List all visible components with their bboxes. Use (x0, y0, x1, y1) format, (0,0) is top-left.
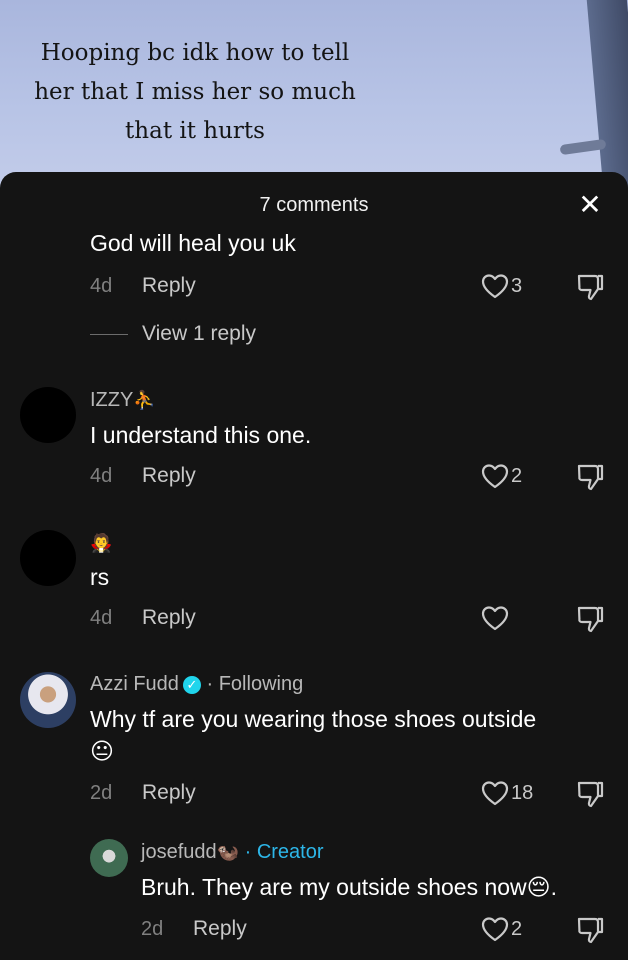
like-count: 3 (511, 274, 523, 297)
view-replies-button[interactable]: View 1 reply (90, 322, 256, 346)
comment-username[interactable]: Azzi Fudd ✓ · Following (90, 673, 303, 696)
dislike-button[interactable] (575, 779, 605, 809)
comment-time: 2d (141, 918, 164, 940)
replies-divider (90, 333, 128, 335)
heart-icon (481, 606, 509, 631)
username-emoji: 🧛 (90, 533, 113, 553)
dislike-icon (577, 781, 604, 808)
like-button[interactable]: 3 (481, 271, 522, 301)
username-emoji: ⛹ (133, 390, 156, 410)
video-background[interactable]: Hooping bc idk how to tell her that I mi… (0, 0, 628, 200)
following-label: · Following (206, 673, 304, 695)
heart-icon (481, 917, 509, 942)
video-caption: Hooping bc idk how to tell her that I mi… (34, 40, 356, 144)
creator-label: · Creator (244, 841, 324, 863)
dislike-button[interactable] (575, 462, 605, 492)
like-button[interactable]: 18 (481, 778, 533, 808)
close-icon[interactable]: ✕ (575, 190, 605, 220)
dislike-icon (577, 274, 604, 301)
heart-icon (481, 274, 509, 299)
heart-icon (481, 464, 509, 489)
dislike-button[interactable] (575, 604, 605, 634)
dislike-icon (577, 606, 604, 633)
dislike-button[interactable] (575, 915, 605, 945)
comment-text: I understand this one. (90, 422, 312, 448)
avatar[interactable] (20, 672, 76, 728)
username-text: josefudd (141, 841, 217, 863)
comment-text-emoji: 😐 (90, 738, 114, 764)
reply-button[interactable]: Reply (142, 464, 196, 488)
comment-username[interactable]: josefudd🦦 · Creator (141, 841, 324, 864)
comments-count-title: 7 comments (259, 194, 369, 216)
like-button[interactable] (481, 603, 511, 633)
street-pole (586, 0, 628, 200)
dislike-icon (577, 464, 604, 491)
comment-time: 2d (90, 782, 113, 804)
reply-button[interactable]: Reply (142, 606, 196, 630)
like-count: 2 (511, 464, 523, 487)
comment-text: God will heal you uk (90, 230, 296, 256)
dislike-icon (577, 917, 604, 944)
username-emoji: 🦦 (216, 842, 240, 862)
username-text: IZZY (90, 389, 134, 411)
reply-button[interactable]: Reply (142, 274, 196, 298)
view-replies-label: View 1 reply (142, 322, 257, 345)
avatar[interactable] (90, 839, 128, 877)
avatar[interactable] (20, 387, 76, 443)
comment-username[interactable]: 🧛 (90, 532, 112, 555)
comment-time: 4d (90, 607, 113, 629)
comments-sheet: 7 comments ✕ God will heal you uk 4d Rep… (0, 172, 628, 960)
comment-time: 4d (90, 465, 113, 487)
like-button[interactable]: 2 (481, 461, 522, 491)
comment-text: Why tf are you wearing those shoes outsi… (90, 706, 537, 732)
heart-icon (481, 781, 509, 806)
reply-button[interactable]: Reply (142, 781, 196, 805)
like-count: 18 (511, 781, 534, 804)
comment-text: Bruh. They are my outside shoes now😔. (141, 874, 558, 900)
comment-time: 4d (90, 275, 113, 297)
comment-username[interactable]: IZZY⛹ (90, 389, 156, 412)
like-button[interactable]: 2 (481, 914, 522, 944)
dislike-button[interactable] (575, 272, 605, 302)
reply-button[interactable]: Reply (193, 917, 247, 941)
like-count: 2 (511, 917, 523, 940)
comment-text: rs (90, 564, 110, 590)
verified-icon: ✓ (182, 675, 201, 694)
avatar[interactable] (20, 530, 76, 586)
username-text: Azzi Fudd (90, 673, 179, 695)
